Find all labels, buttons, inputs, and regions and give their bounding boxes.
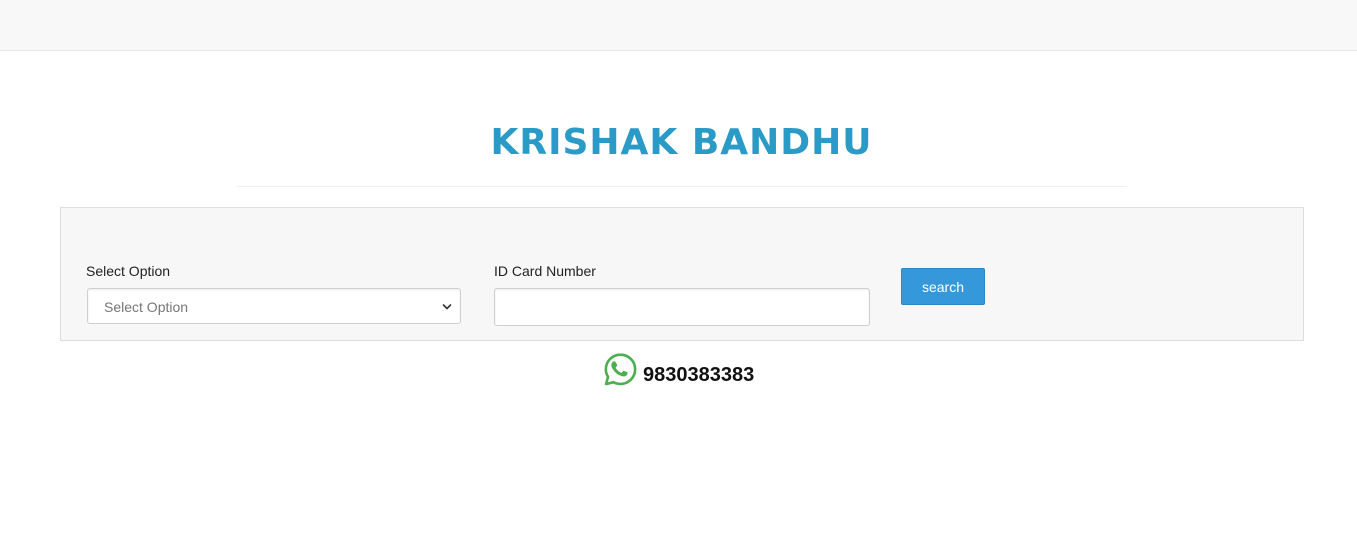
option-select[interactable]: Select Option: [87, 288, 461, 324]
top-navbar: [0, 0, 1357, 51]
id-card-number-input[interactable]: [494, 288, 870, 326]
select-option-label: Select Option: [86, 263, 171, 279]
search-form-panel: Select Option Select Option ID Card Numb…: [60, 207, 1304, 341]
whatsapp-icon[interactable]: [603, 352, 638, 387]
page-title: KRISHAK BANDHU: [490, 122, 873, 163]
chevron-down-icon: [442, 304, 452, 310]
search-button[interactable]: search: [901, 268, 985, 305]
option-select-value: Select Option: [104, 299, 189, 315]
id-card-number-label: ID Card Number: [494, 263, 596, 279]
title-divider: [237, 186, 1127, 187]
phone-number: 9830383383: [643, 364, 755, 386]
contact-info: 9830383383: [603, 351, 754, 387]
